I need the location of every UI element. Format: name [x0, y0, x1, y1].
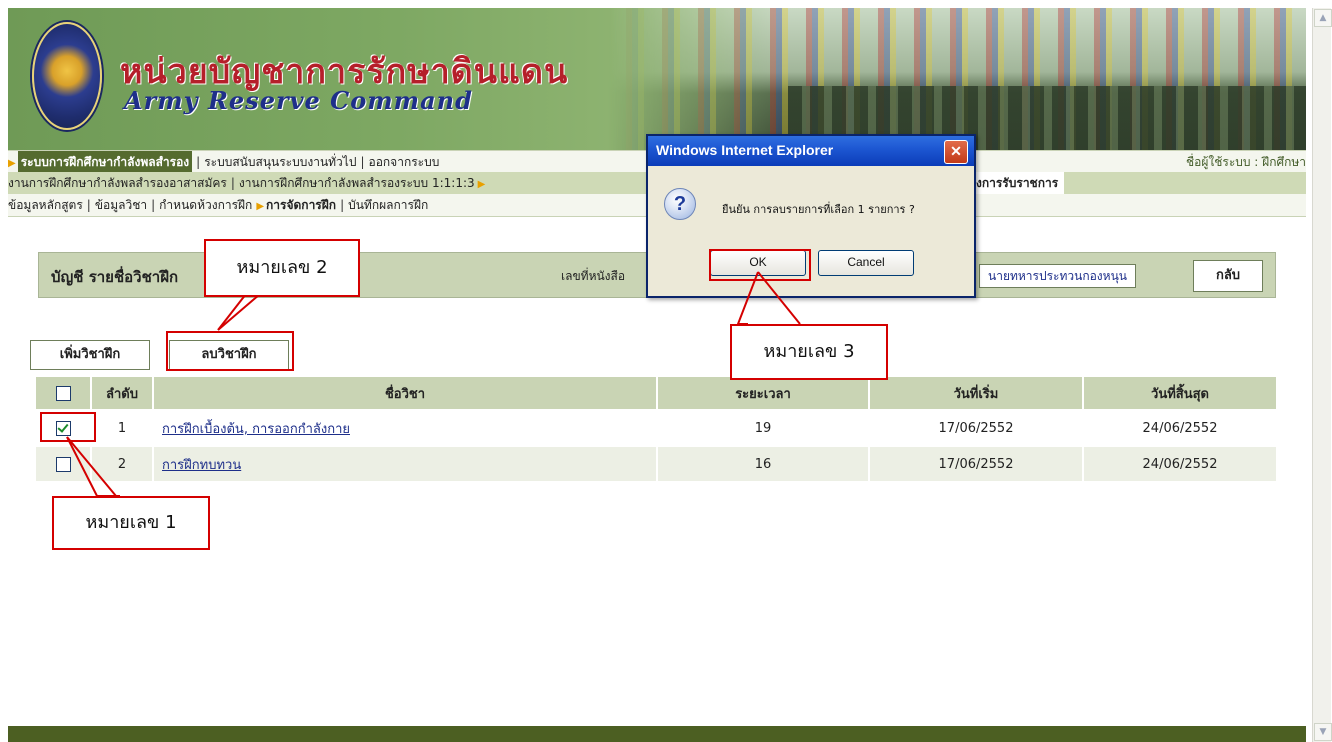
- scroll-up-icon[interactable]: ▲: [1314, 9, 1332, 27]
- page-frame: หน่วยบัญชาการรักษาดินแดน Army Reserve Co…: [8, 8, 1306, 742]
- menu-item-training-results[interactable]: บันทึกผลการฝึก: [348, 194, 428, 216]
- menu-item-general-support[interactable]: ระบบสนับสนุนระบบงานทั่วไป: [204, 151, 356, 173]
- table-row: 2 การฝึกทบทวน 16 17/06/2552 24/06/2552: [34, 445, 1278, 483]
- select-all-checkbox[interactable]: [55, 385, 71, 401]
- menu-separator: |: [360, 155, 365, 169]
- subject-table: ลำดับ ชื่อวิชา ระยะเวลา วันที่เริ่ม วันท…: [34, 375, 1278, 483]
- menu-arrow-icon: ▶: [256, 201, 265, 212]
- subject-link[interactable]: การฝึกทบทวน: [162, 458, 241, 473]
- menu-item-reserve-training[interactable]: ระบบการฝึกศึกษากำลังพลสำรอง: [17, 151, 193, 173]
- column-header-end-date: วันที่สิ้นสุด: [1082, 375, 1278, 411]
- menu-separator: |: [230, 176, 235, 190]
- question-icon: ?: [664, 188, 696, 220]
- menu-item-training-period[interactable]: กำหนดห้วงการฝึก: [159, 194, 252, 216]
- column-header-no: ลำดับ: [90, 375, 154, 411]
- back-button[interactable]: กลับ: [1193, 260, 1263, 292]
- start-date-cell: 17/06/2552: [868, 445, 1084, 483]
- menu-separator: |: [86, 198, 91, 212]
- sub-menu-items: งานการฝึกศึกษากำลังพลสำรองอาสาสมัคร | งานก…: [8, 172, 487, 194]
- row-select-cell[interactable]: [34, 445, 92, 483]
- menu-item-subject-data[interactable]: ข้อมูลวิชา: [95, 194, 147, 216]
- end-date-cell: 24/06/2552: [1082, 445, 1278, 483]
- banner-title-english: Army Reserve Command: [124, 86, 473, 115]
- select-all-header[interactable]: [34, 375, 92, 411]
- menu-item-service[interactable]: งการรับราชการ: [970, 172, 1065, 194]
- column-header-duration: ระยะเวลา: [656, 375, 870, 411]
- table-header-row: ลำดับ ชื่อวิชา ระยะเวลา วันที่เริ่ม วันท…: [34, 375, 1278, 411]
- army-reserve-logo: [32, 22, 102, 130]
- delete-subject-button[interactable]: ลบวิชาฝึก: [169, 340, 289, 370]
- menu-item-volunteer-training[interactable]: งานการฝึกศึกษากำลังพลสำรองอาสาสมัคร: [8, 172, 227, 194]
- start-date-cell: 17/06/2552: [868, 409, 1084, 447]
- row-number: 1: [90, 409, 154, 447]
- row-number: 2: [90, 445, 154, 483]
- menu-item-logout[interactable]: ออกจากระบบ: [369, 151, 440, 173]
- menu-item-training-management[interactable]: การจัดการฝึก: [266, 194, 336, 216]
- menu-separator: |: [340, 198, 345, 212]
- subject-name-cell: การฝึกทบทวน: [152, 445, 658, 483]
- scroll-down-icon[interactable]: ▼: [1314, 723, 1332, 741]
- column-header-subject: ชื่อวิชา: [152, 375, 658, 411]
- menu-item-course-data[interactable]: ข้อมูลหลักสูตร: [8, 194, 83, 216]
- column-header-start-date: วันที่เริ่ม: [868, 375, 1084, 411]
- dialog-message: ยืนยัน การลบรายการที่เลือก 1 รายการ ?: [722, 203, 915, 216]
- close-icon[interactable]: ✕: [944, 140, 968, 164]
- section-menu-items: ข้อมูลหลักสูตร | ข้อมูลวิชา | กำหนดห้วงการฝึ…: [8, 194, 428, 216]
- menu-separator: |: [196, 155, 201, 169]
- table-row: 1 การฝึกเบื้องต้น, การออกกำลังกาย 19 17/…: [34, 409, 1278, 447]
- subject-name-cell: การฝึกเบื้องต้น, การออกกำลังกาย: [152, 409, 658, 447]
- page-title: บัญชี รายชื่อวิชาฝึก: [51, 268, 179, 286]
- annotation-label-3: หมายเลข 3: [730, 324, 888, 380]
- menu-separator: |: [151, 198, 156, 212]
- row-checkbox[interactable]: [55, 456, 71, 472]
- page-footer: [8, 726, 1306, 742]
- duration-cell: 16: [656, 445, 870, 483]
- banner: หน่วยบัญชาการรักษาดินแดน Army Reserve Co…: [8, 8, 1306, 150]
- vertical-scrollbar[interactable]: ▲ ▼: [1312, 8, 1332, 742]
- row-select-cell[interactable]: [34, 409, 92, 447]
- row-checkbox-checked[interactable]: [55, 420, 71, 436]
- end-date-cell: 24/06/2552: [1082, 409, 1278, 447]
- annotation-label-2: หมายเลข 2: [204, 239, 360, 297]
- main-menu-items: ▶ ระบบการฝึกศึกษากำลังพลสำรอง | ระบบสนับสนุ…: [8, 151, 439, 173]
- dialog-title: Windows Internet Explorer: [656, 142, 834, 158]
- duration-cell: 19: [656, 409, 870, 447]
- confirm-dialog: Windows Internet Explorer ✕ ? ยืนยัน การ…: [646, 134, 976, 298]
- ok-button[interactable]: OK: [710, 250, 806, 276]
- add-subject-button[interactable]: เพิ่มวิชาฝึก: [30, 340, 150, 370]
- dialog-title-bar[interactable]: Windows Internet Explorer ✕: [648, 136, 974, 166]
- reserve-nco-button[interactable]: นายทหารประทวนกองหนุน: [979, 264, 1136, 288]
- cancel-button[interactable]: Cancel: [818, 250, 914, 276]
- menu-item-1113-training[interactable]: งานการฝึกศึกษากำลังพลสำรองระบบ 1:1:1:3: [239, 172, 475, 194]
- annotation-label-1: หมายเลข 1: [52, 496, 210, 550]
- user-label: ชื่อผู้ใช้ระบบ : ฝึกศึกษา: [1185, 155, 1306, 169]
- subject-link[interactable]: การฝึกเบื้องต้น, การออกกำลังกาย: [162, 422, 350, 437]
- document-number-label: เลขที่หนังสือ: [561, 269, 626, 283]
- menu-arrow-icon: ▶: [477, 179, 486, 190]
